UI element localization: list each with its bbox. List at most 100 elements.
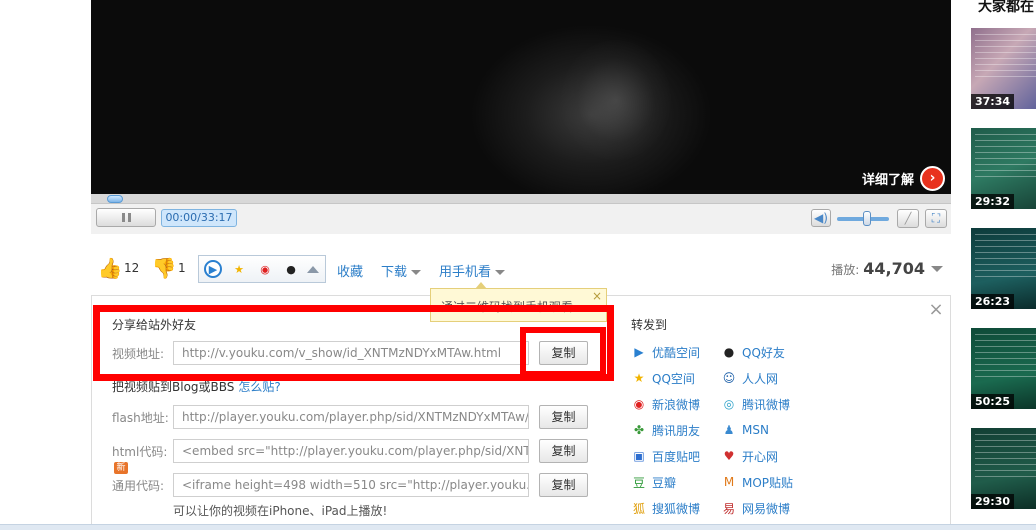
youku-icon[interactable]: ▶ xyxy=(204,260,222,278)
forward-item[interactable]: 易网易微博 xyxy=(721,499,790,517)
how-to-paste-link[interactable]: 怎么贴? xyxy=(238,380,280,394)
play-count-value: 44,704 xyxy=(863,259,925,278)
forward-item[interactable]: ☺ 人人网 xyxy=(721,369,778,387)
volume-handle[interactable] xyxy=(863,211,871,226)
qzone-icon: ★ xyxy=(633,371,645,385)
tieba-icon: ▣ xyxy=(633,449,645,463)
forward-item-label: 网易微博 xyxy=(742,501,791,516)
favorite-link[interactable]: 收藏 xyxy=(337,261,363,280)
time-display: 00:00/33:17 xyxy=(161,209,237,227)
forward-item-label: 开心网 xyxy=(742,449,779,464)
iphone-note: 可以让你的视频在iPhone、iPad上播放! xyxy=(173,504,388,518)
related-video-thumb[interactable]: 50:25 xyxy=(971,328,1036,409)
pengyou-icon: ✤ xyxy=(633,423,645,437)
collapse-share-icon[interactable] xyxy=(307,266,319,273)
video-screen[interactable]: 详细了解 › xyxy=(91,0,951,194)
sohu-icon: 狐 xyxy=(632,501,645,516)
forward-item-label: 腾讯微博 xyxy=(742,397,791,412)
forward-item[interactable]: ♟ MSN xyxy=(721,421,769,439)
forward-item-label: 优酷空间 xyxy=(652,345,701,360)
play-count: 播放: 44,704 xyxy=(831,259,943,278)
video-duration: 29:32 xyxy=(971,194,1015,209)
fullscreen-icon[interactable]: ⛶ xyxy=(925,209,947,228)
volume-icon[interactable]: ◀) xyxy=(811,209,831,227)
forward-item[interactable]: ◎ 腾讯微博 xyxy=(721,395,790,413)
progress-bar[interactable] xyxy=(91,194,951,204)
related-video-thumb[interactable]: 29:30 xyxy=(971,428,1036,509)
more-info-link[interactable]: 详细了解 › xyxy=(862,165,945,191)
page: 详细了解 › 00:00/33:17 ◀) ╱ ⛶ 👍 12 👎 1 ▶ ★ ◉… xyxy=(0,0,1036,530)
msn-icon: ♟ xyxy=(723,423,735,437)
forward-to-title: 转发到 xyxy=(631,318,668,332)
download-link[interactable]: 下载 xyxy=(381,261,422,280)
forward-item[interactable]: ▣ 百度贴吧 xyxy=(631,447,700,465)
weibo-icon: ◉ xyxy=(633,397,645,411)
player-controls: 00:00/33:17 ◀) ╱ ⛶ xyxy=(91,205,951,234)
like-count: 12 xyxy=(124,261,140,275)
video-duration: 50:25 xyxy=(971,394,1015,409)
weibo-icon[interactable]: ◉ xyxy=(256,260,274,278)
forward-item-label: 豆瓣 xyxy=(652,475,677,490)
generic-code-label: 通用代码: xyxy=(112,479,165,493)
related-videos: 大家都在 37:34 29:32 26:23 50:25 29:30 xyxy=(970,0,1036,530)
like-button[interactable]: 👍 12 xyxy=(98,255,140,281)
forward-item[interactable]: ★ QQ空间 xyxy=(631,369,695,387)
forward-item-label: MSN xyxy=(742,423,769,437)
download-label: 下载 xyxy=(381,265,408,280)
light-toggle-icon[interactable]: ╱ xyxy=(897,209,919,228)
flash-url-label: flash地址: xyxy=(112,411,169,425)
forward-item-label: 新浪微博 xyxy=(652,397,701,412)
chevron-down-icon[interactable] xyxy=(931,265,943,272)
mobile-label: 用手机看 xyxy=(439,265,492,280)
douban-icon: 豆 xyxy=(632,475,645,490)
watch-on-mobile-link[interactable]: 用手机看 xyxy=(439,261,506,280)
video-frame-content xyxy=(561,40,671,160)
netease-icon: 易 xyxy=(722,501,735,516)
qq-icon[interactable]: ● xyxy=(282,260,300,278)
forward-item[interactable]: M MOP贴贴 xyxy=(721,473,793,491)
forward-item[interactable]: ✤ 腾讯朋友 xyxy=(631,421,700,439)
renren-icon: ☺ xyxy=(722,371,736,385)
video-duration: 37:34 xyxy=(971,94,1015,109)
forward-item[interactable]: ◉ 新浪微博 xyxy=(631,395,700,413)
copy-generic-code-button[interactable]: 复制 xyxy=(539,473,588,497)
video-player: 详细了解 › 00:00/33:17 ◀) ╱ ⛶ xyxy=(91,0,951,234)
thumbs-down-icon: 👎 xyxy=(151,256,177,280)
progress-handle[interactable] xyxy=(107,195,123,203)
related-video-thumb[interactable]: 26:23 xyxy=(971,228,1036,309)
chevron-down-icon xyxy=(495,270,506,275)
forward-item[interactable]: 狐搜狐微博 xyxy=(631,499,700,517)
forward-item-label: 人人网 xyxy=(742,371,779,386)
forward-item-label: QQ空间 xyxy=(652,371,695,386)
close-icon[interactable]: × xyxy=(591,290,603,302)
related-video-thumb[interactable]: 29:32 xyxy=(971,128,1036,209)
copy-html-code-button[interactable]: 复制 xyxy=(539,439,588,463)
pause-button[interactable] xyxy=(96,208,156,227)
forward-item-label: 腾讯朋友 xyxy=(652,423,701,438)
html-code-label: html代码: xyxy=(112,445,168,459)
dislike-button[interactable]: 👎 1 xyxy=(151,255,186,281)
close-icon[interactable]: × xyxy=(928,301,944,319)
kaixin-icon: ♥ xyxy=(723,449,735,463)
forward-item-label: MOP贴贴 xyxy=(742,475,794,490)
related-video-thumb[interactable]: 37:34 xyxy=(971,28,1036,109)
quick-share-bar: ▶ ★ ◉ ● xyxy=(198,255,326,283)
forward-item[interactable]: ♥ 开心网 xyxy=(721,447,778,465)
play-count-label: 播放: xyxy=(831,263,860,277)
qq-icon: ● xyxy=(723,345,735,359)
qzone-icon[interactable]: ★ xyxy=(230,260,248,278)
forward-item[interactable]: ● QQ好友 xyxy=(721,343,785,361)
generic-code-field[interactable] xyxy=(173,473,529,497)
flash-url-field[interactable] xyxy=(173,405,529,429)
forward-item[interactable]: ▶ 优酷空间 xyxy=(631,343,700,361)
chevron-down-icon xyxy=(411,270,422,275)
copy-flash-url-button[interactable]: 复制 xyxy=(539,405,588,429)
action-bar: 👍 12 👎 1 ▶ ★ ◉ ● 收藏 下载 用手机看 播放: 44,704 xyxy=(91,253,951,285)
new-badge: 新 xyxy=(114,462,128,474)
html-code-field[interactable] xyxy=(173,439,529,463)
more-info-label: 详细了解 xyxy=(861,172,914,188)
video-duration: 26:23 xyxy=(971,294,1015,309)
youku-icon: ▶ xyxy=(634,345,644,359)
forward-item[interactable]: 豆豆瓣 xyxy=(631,473,676,491)
forward-item-label: 搜狐微博 xyxy=(652,501,701,516)
